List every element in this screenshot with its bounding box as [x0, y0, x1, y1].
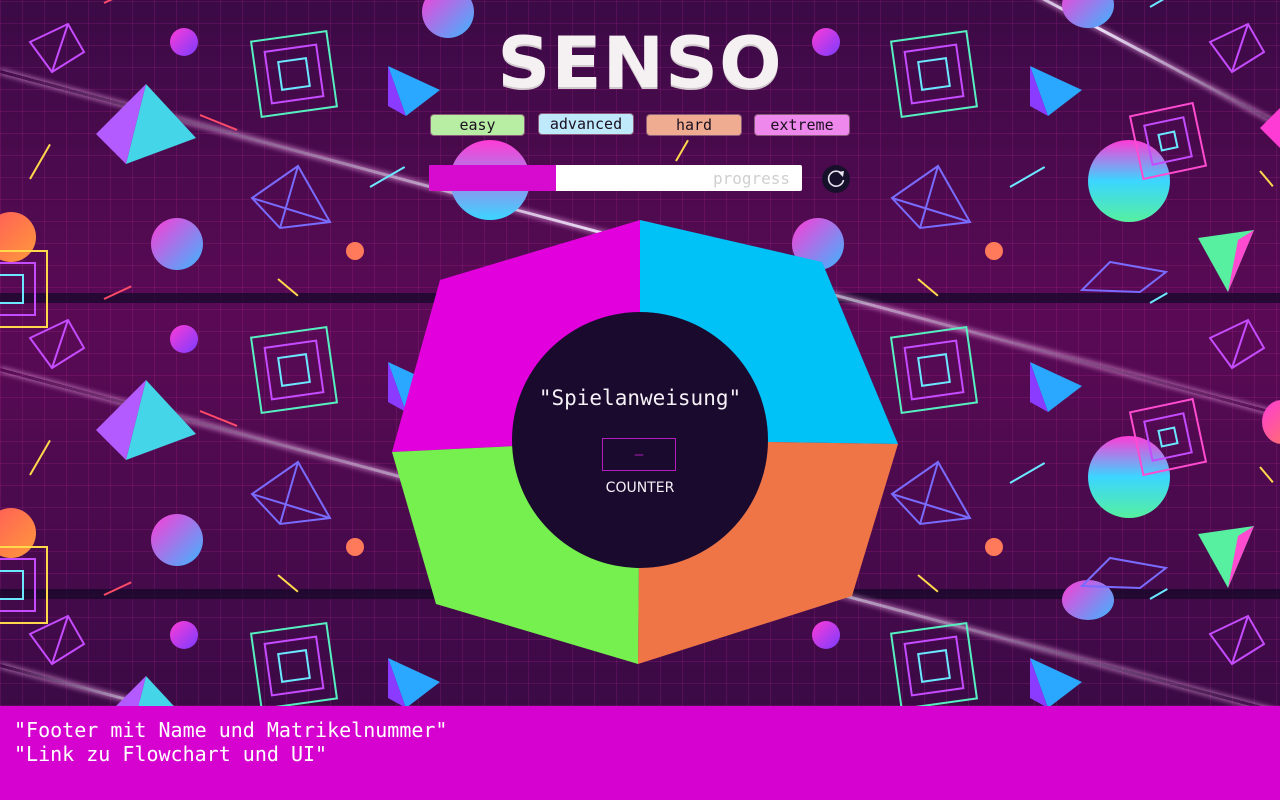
counter-display: –: [602, 438, 676, 471]
wireframe-decoration: [890, 164, 972, 230]
wireframe-decoration: [28, 318, 86, 370]
pyramid-decoration: [1030, 658, 1082, 706]
difficulty-hard-button[interactable]: hard: [646, 114, 742, 136]
line-decoration: [1009, 462, 1046, 484]
wireframe-decoration: [250, 460, 332, 526]
wireframe-decoration: [1080, 556, 1169, 590]
pyramid-decoration: [388, 658, 440, 706]
difficulty-advanced-button[interactable]: advanced: [538, 113, 634, 135]
app-title: SENSO: [497, 22, 783, 104]
wireframe-decoration: [890, 460, 972, 526]
square-decoration: [249, 325, 339, 415]
sphere-decoration: [170, 621, 198, 649]
wireframe-decoration: [250, 164, 332, 230]
square-decoration: [0, 546, 48, 624]
line-decoration: [1259, 170, 1274, 187]
counter-label: COUNTER: [605, 480, 675, 496]
line-decoration: [103, 0, 132, 4]
pyramid-decoration: [96, 380, 196, 460]
sphere-decoration: [151, 514, 203, 566]
line-decoration: [1149, 0, 1168, 8]
footer-line-link[interactable]: "Link zu Flowchart und UI": [14, 742, 327, 766]
pyramid-decoration: [1198, 230, 1254, 292]
sphere-decoration: [346, 538, 364, 556]
wireframe-decoration: [1208, 318, 1266, 370]
square-decoration: [1128, 397, 1208, 477]
line-decoration: [29, 143, 51, 180]
sphere-decoration: [151, 218, 203, 270]
difficulty-easy-button[interactable]: easy: [430, 114, 525, 136]
square-decoration: [1128, 101, 1208, 181]
pyramid-decoration: [116, 676, 174, 706]
pyramid-decoration: [1260, 108, 1280, 148]
sphere-decoration: [985, 538, 1003, 556]
progress-bar: progress: [429, 165, 802, 191]
pyramid-decoration: [1030, 362, 1082, 412]
line-decoration: [1009, 166, 1046, 188]
square-decoration: [889, 325, 979, 415]
sphere-decoration: [346, 242, 364, 260]
game-instruction: "Spielanweisung": [538, 386, 742, 410]
line-decoration: [29, 439, 51, 476]
wireframe-decoration: [1080, 260, 1169, 294]
sphere-decoration: [1262, 400, 1280, 444]
sphere-decoration: [985, 242, 1003, 260]
line-decoration: [1259, 466, 1274, 483]
square-decoration: [249, 621, 339, 706]
square-decoration: [0, 250, 48, 328]
wireframe-decoration: [28, 614, 86, 666]
pyramid-decoration: [1198, 526, 1254, 588]
footer: "Footer mit Name und Matrikelnummer" "Li…: [0, 706, 1280, 800]
footer-line-name: "Footer mit Name und Matrikelnummer": [14, 718, 448, 742]
progress-fill: [429, 165, 556, 191]
refresh-icon: [827, 170, 845, 187]
wireframe-decoration: [1208, 614, 1266, 666]
sphere-decoration: [170, 325, 198, 353]
sphere-decoration: [812, 621, 840, 649]
line-decoration: [675, 139, 689, 162]
reset-button[interactable]: [822, 165, 850, 193]
progress-label: progress: [712, 169, 790, 188]
square-decoration: [889, 621, 979, 706]
difficulty-extreme-button[interactable]: extreme: [754, 114, 850, 136]
